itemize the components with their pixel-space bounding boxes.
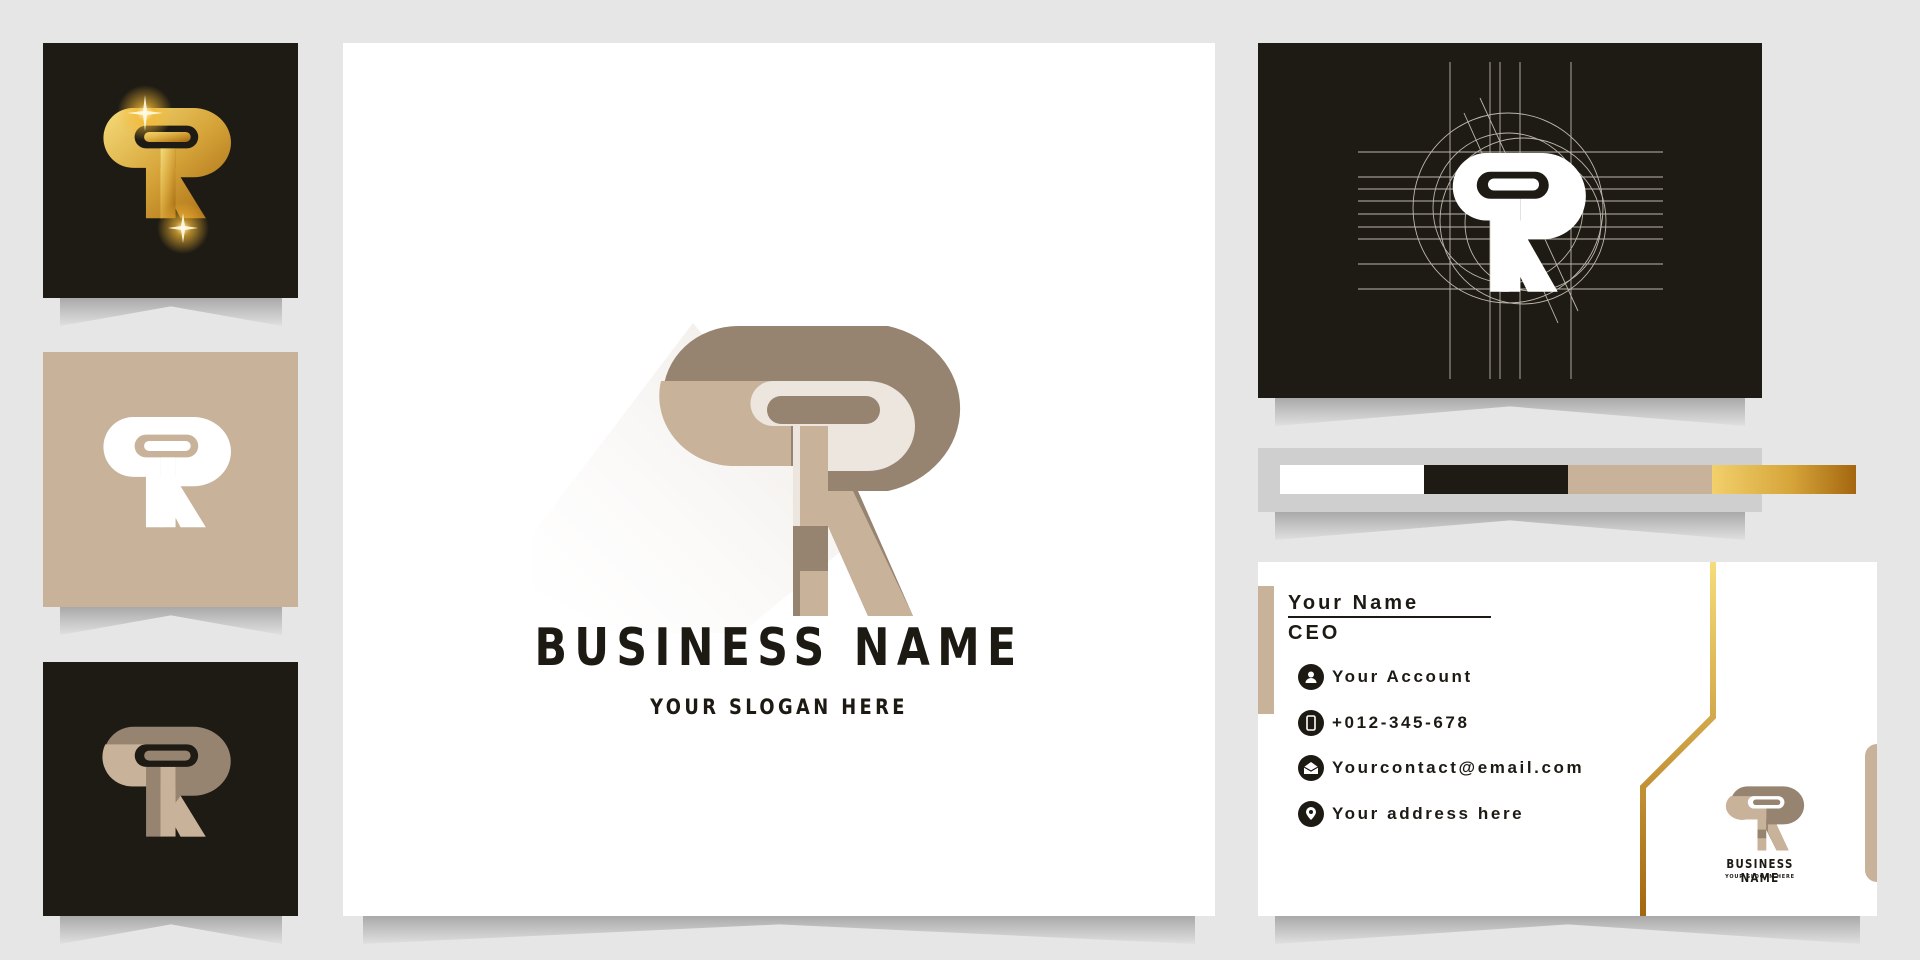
construction-grid-card[interactable] [1258, 43, 1762, 398]
swatch-black[interactable] [1424, 465, 1568, 494]
swatch-beige[interactable] [1568, 465, 1712, 494]
monogram-main [533, 323, 961, 633]
color-palette [1258, 448, 1856, 512]
card-monogram [1725, 786, 1805, 851]
swatch-white[interactable] [1280, 465, 1424, 494]
monogram-gold [103, 85, 231, 254]
card-slogan: YOUR SLOGAN HERE [1725, 874, 1795, 880]
business-card[interactable]: Your Name CEO Your Account +012-345-678 … [1258, 562, 1877, 916]
slogan: YOUR SLOGAN HERE [650, 695, 908, 719]
logo-tile-white[interactable] [43, 352, 298, 607]
monogram-white [103, 417, 231, 528]
swatch-gold[interactable] [1712, 465, 1856, 494]
business-name: BUSINESS NAME [534, 618, 1024, 678]
logo-tile-gold[interactable] [43, 43, 298, 298]
monogram-beige [102, 726, 231, 837]
main-logo-panel: BUSINESS NAME YOUR SLOGAN HERE [343, 43, 1215, 916]
logo-tile-beige[interactable] [43, 662, 298, 916]
construction-grid [1358, 62, 1663, 379]
card-business-name: BUSINESS NAME [1726, 857, 1794, 885]
